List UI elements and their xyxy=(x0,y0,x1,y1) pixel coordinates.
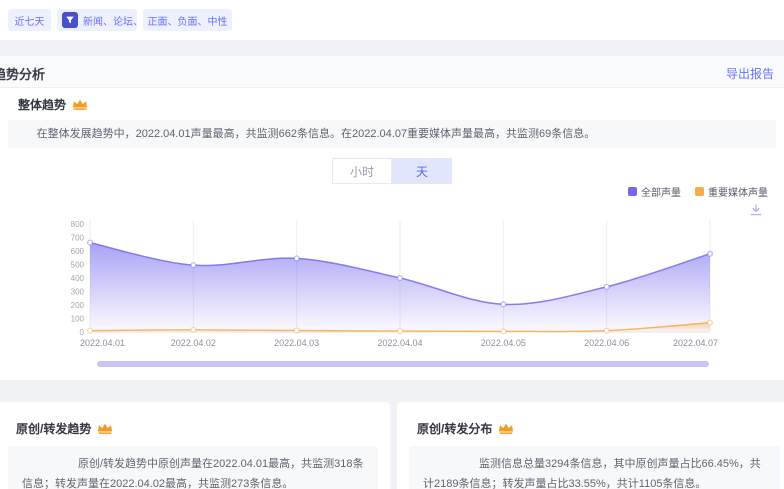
chart-scrollbar[interactable] xyxy=(97,361,709,367)
granularity-toggle: 小时 天 xyxy=(332,158,452,184)
svg-text:800: 800 xyxy=(71,220,85,229)
toggle-day[interactable]: 天 xyxy=(392,158,452,184)
legend-label: 重要媒体声量 xyxy=(708,184,768,199)
trend-summary-text: 在整体发展趋势中，2022.04.01声量最高，共监测662条信息。在2022.… xyxy=(8,120,776,148)
card-original-repost-trend: 原创/转发趋势 原创/转发趋势中原创声量在2022.04.01最高，共监测318… xyxy=(0,402,390,489)
crown-icon xyxy=(498,422,514,435)
export-report-link[interactable]: 导出报告 xyxy=(726,65,774,82)
trend-chart-svg[interactable]: 0 100 200 300 400 500 600 700 800 2022.04.01 2022.… xyxy=(8,212,776,354)
legend-marker xyxy=(628,187,637,196)
svg-text:2022.04.05: 2022.04.05 xyxy=(481,338,526,348)
card-summary-text: 原创/转发趋势中原创声量在2022.04.01最高，共监测318条信息；转发声量… xyxy=(22,454,364,489)
svg-text:200: 200 xyxy=(71,301,85,310)
crown-icon xyxy=(72,98,88,111)
crown-icon xyxy=(97,422,113,435)
panel-header: 趋势分析 xyxy=(0,56,784,88)
svg-text:600: 600 xyxy=(71,247,85,256)
toggle-hour[interactable]: 小时 xyxy=(332,158,392,184)
section-title: 整体趋势 xyxy=(18,96,66,113)
filter-chip-sentiment[interactable]: 正面、负面、中性 xyxy=(143,9,232,31)
card-title: 原创/转发趋势 xyxy=(16,420,91,437)
card-title: 原创/转发分布 xyxy=(417,420,492,437)
channel-icon xyxy=(62,12,78,28)
svg-text:2022.04.07: 2022.04.07 xyxy=(673,338,718,348)
svg-text:500: 500 xyxy=(71,261,85,270)
svg-text:2022.04.06: 2022.04.06 xyxy=(584,338,629,348)
legend-item-total[interactable]: 全部声量 xyxy=(628,184,681,199)
svg-text:2022.04.02: 2022.04.02 xyxy=(171,338,216,348)
page-title: 趋势分析 xyxy=(0,64,45,83)
filter-chip-date-range[interactable]: 近七天 xyxy=(8,9,51,31)
card-original-repost-distribution: 原创/转发分布 监测信息总量3294条信息，其中原创声量占比66.45%，共计2… xyxy=(397,402,784,489)
filter-bar: 近七天 新闻、论坛、微信… 正面、负面、中性 xyxy=(0,0,784,40)
legend-item-media[interactable]: 重要媒体声量 xyxy=(695,184,768,199)
legend-marker xyxy=(695,187,704,196)
legend-label: 全部声量 xyxy=(641,184,681,199)
trend-summary-box: 在整体发展趋势中，2022.04.01声量最高，共监测662条信息。在2022.… xyxy=(8,120,776,148)
filter-chip-channels[interactable]: 新闻、论坛、微信… xyxy=(57,9,137,31)
card-summary-text: 监测信息总量3294条信息，其中原创声量占比66.45%，共计2189条信息；转… xyxy=(423,454,766,489)
filter-chip-label: 新闻、论坛、微信… xyxy=(83,13,137,28)
svg-text:100: 100 xyxy=(71,315,85,324)
svg-text:700: 700 xyxy=(71,234,85,243)
svg-text:2022.04.04: 2022.04.04 xyxy=(377,338,422,348)
svg-text:300: 300 xyxy=(71,288,85,297)
trend-chart[interactable]: 0 100 200 300 400 500 600 700 800 2022.04.01 2022.… xyxy=(8,212,776,354)
filter-chip-label: 近七天 xyxy=(15,13,45,28)
chart-legend: 全部声量 重要媒体声量 xyxy=(628,184,768,199)
svg-text:2022.04.03: 2022.04.03 xyxy=(274,338,319,348)
svg-text:2022.04.01: 2022.04.01 xyxy=(80,338,125,348)
svg-text:0: 0 xyxy=(80,328,85,337)
trend-analysis-panel: 趋势分析 导出报告 整体趋势 在整体发展趋势中，2022.04.01声量最高，共… xyxy=(0,56,784,380)
filter-chip-label: 正面、负面、中性 xyxy=(148,13,228,28)
card-summary-box: 原创/转发趋势中原创声量在2022.04.01最高，共监测318条信息；转发声量… xyxy=(8,446,378,489)
card-summary-box: 监测信息总量3294条信息，其中原创声量占比66.45%，共计2189条信息；转… xyxy=(409,446,780,489)
svg-text:400: 400 xyxy=(71,274,85,283)
